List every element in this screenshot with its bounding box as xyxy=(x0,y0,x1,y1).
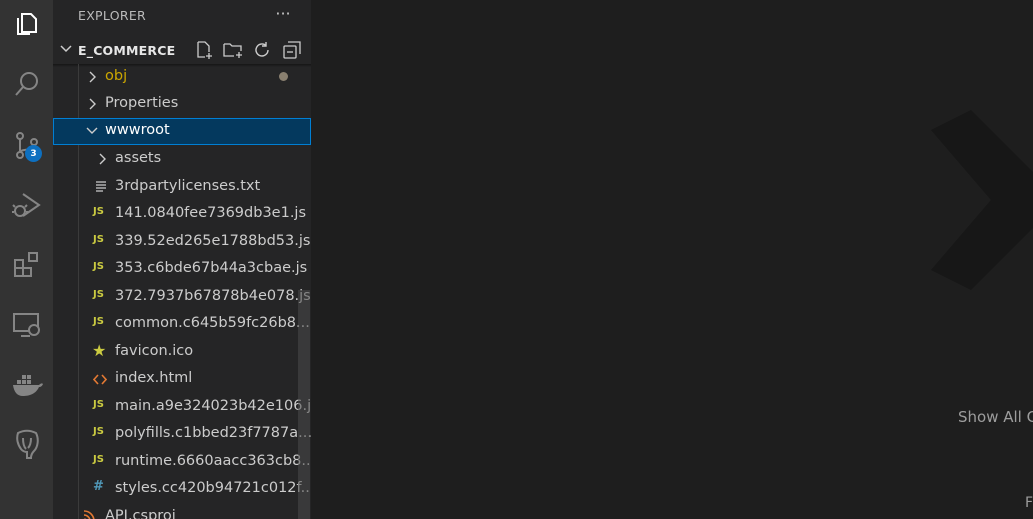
explorer-sidebar: EXPLORER ··· E_COMMERCE obj Properties w… xyxy=(53,0,311,519)
chevron-right-icon xyxy=(89,71,96,83)
tree-label: 3rdpartylicenses.txt xyxy=(115,178,261,194)
activity-bar: 3 xyxy=(0,0,53,519)
tree-label: 353.c6bde67b44a3cbae.js xyxy=(115,260,308,276)
tree-label: index.html xyxy=(115,370,193,386)
vscode-watermark-logo xyxy=(931,110,1033,290)
editor-area: Show All C F xyxy=(311,0,1033,519)
collapse-all-icon[interactable] xyxy=(282,40,302,60)
js-file-icon: JS xyxy=(93,426,104,437)
more-actions-icon[interactable]: ··· xyxy=(273,4,293,26)
rss-file-icon xyxy=(83,510,95,519)
new-folder-icon[interactable] xyxy=(223,40,243,60)
tree-row-file[interactable]: API.csproj xyxy=(53,504,311,519)
shortcut-hint-partial: F xyxy=(1025,495,1033,511)
run-debug-icon[interactable] xyxy=(0,181,53,229)
chevron-down-icon xyxy=(86,127,98,134)
tree-row-file[interactable]: JS 372.7937b67878b4e078.js xyxy=(53,284,311,311)
tree-label: 339.52ed265e1788bd53.js xyxy=(115,233,311,249)
tree-row-file[interactable]: index.html xyxy=(53,366,311,393)
search-icon[interactable] xyxy=(0,60,53,108)
tree-label: assets xyxy=(115,150,162,166)
tree-label: Properties xyxy=(105,95,179,111)
tree-label: API.csproj xyxy=(105,508,176,519)
workspace-title: E_COMMERCE xyxy=(78,43,176,58)
tree-label: 141.0840fee7369db3e1.js xyxy=(115,205,307,221)
tree-row-file[interactable]: JS 339.52ed265e1788bd53.js xyxy=(53,229,311,256)
tree-row-properties[interactable]: Properties xyxy=(53,91,311,118)
tree-row-file[interactable]: 3rdpartylicenses.txt xyxy=(53,174,311,201)
remote-explorer-icon[interactable] xyxy=(0,301,53,349)
tree-row-file[interactable]: ★ favicon.ico xyxy=(53,339,311,366)
tree-row-file[interactable]: JS polyfills.c1bbed23f7787a... xyxy=(53,421,311,448)
postgresql-icon[interactable] xyxy=(0,420,53,468)
modified-dot-icon xyxy=(279,72,288,81)
css-file-icon: # xyxy=(93,479,104,494)
tree-label: favicon.ico xyxy=(115,343,194,359)
tree-label: main.a9e324023b42e106.js xyxy=(115,398,311,414)
tree-label: common.c645b59fc26b8... xyxy=(115,315,310,331)
tree-row-file[interactable]: JS 141.0840fee7369db3e1.js xyxy=(53,201,311,228)
chevron-right-icon xyxy=(89,98,96,110)
source-control-badge: 3 xyxy=(25,145,42,162)
js-file-icon: JS xyxy=(93,316,104,327)
js-file-icon: JS xyxy=(93,289,104,300)
html-file-icon xyxy=(93,374,107,385)
tree-label: polyfills.c1bbed23f7787a... xyxy=(115,425,311,441)
tree-label: wwwroot xyxy=(105,122,170,138)
new-file-icon[interactable] xyxy=(194,40,214,60)
chevron-right-icon xyxy=(99,153,106,165)
explorer-icon[interactable] xyxy=(0,0,53,48)
chevron-down-icon xyxy=(60,45,72,53)
tree-row-obj[interactable]: obj xyxy=(53,64,311,91)
workspace-section-header[interactable]: E_COMMERCE xyxy=(53,38,311,64)
tree-label: styles.cc420b94721c012f.... xyxy=(115,480,311,496)
tree-label: 372.7937b67878b4e078.js xyxy=(115,288,311,304)
text-file-icon xyxy=(96,181,106,192)
tree-row-wwwroot[interactable]: wwwroot xyxy=(53,118,311,145)
show-all-commands-hint: Show All C xyxy=(958,408,1033,426)
explorer-title: EXPLORER xyxy=(78,8,147,23)
js-file-icon: JS xyxy=(93,399,104,410)
js-file-icon: JS xyxy=(93,261,104,272)
tree-label: runtime.6660aacc363cb8... xyxy=(115,453,311,469)
js-file-icon: JS xyxy=(93,454,104,465)
js-file-icon: JS xyxy=(93,234,104,245)
tree-row-file[interactable]: # styles.cc420b94721c012f.... xyxy=(53,476,311,503)
source-control-icon[interactable] xyxy=(0,121,53,169)
star-icon: ★ xyxy=(92,341,107,360)
tree-row-assets[interactable]: assets xyxy=(53,146,311,173)
tree-row-file[interactable]: JS 353.c6bde67b44a3cbae.js xyxy=(53,256,311,283)
sidebar-scrollbar[interactable] xyxy=(298,290,310,519)
docker-icon[interactable] xyxy=(0,361,53,409)
tree-label: obj xyxy=(105,68,128,84)
tree-row-file[interactable]: JS main.a9e324023b42e106.js xyxy=(53,394,311,421)
tree-row-file[interactable]: JS runtime.6660aacc363cb8... xyxy=(53,449,311,476)
js-file-icon: JS xyxy=(93,206,104,217)
extensions-icon[interactable] xyxy=(0,241,53,289)
refresh-icon[interactable] xyxy=(252,40,272,60)
tree-row-file[interactable]: JS common.c645b59fc26b8... xyxy=(53,311,311,338)
